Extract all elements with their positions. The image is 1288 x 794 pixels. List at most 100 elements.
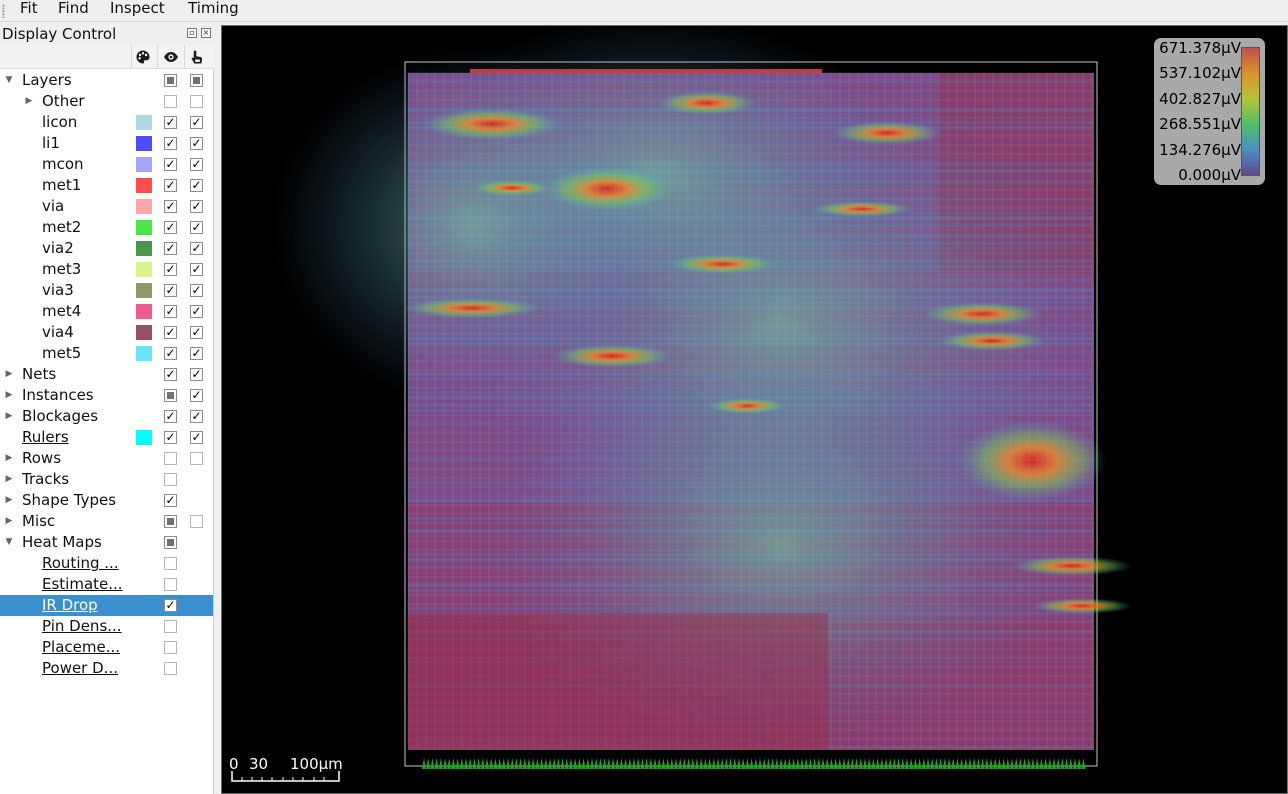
tree-row-layers[interactable]: ▼ Layers [0,70,213,91]
selectable-checkbox[interactable] [190,95,203,108]
visibility-checkbox[interactable]: ✓ [164,263,177,276]
tree-row-instances[interactable]: ▶ Instances ✓ [0,385,213,406]
tree-row-routing[interactable]: Routing ... [0,553,213,574]
layer-color-swatch[interactable] [136,178,152,193]
selectable-checkbox[interactable] [190,452,203,465]
layer-color-swatch[interactable] [136,199,152,214]
layer-color-swatch[interactable] [136,304,152,319]
selectable-checkbox[interactable]: ✓ [190,263,203,276]
tree-row-pin-dens[interactable]: Pin Dens... [0,616,213,637]
ir-drop-heatmap[interactable] [222,26,1288,794]
selectable-checkbox[interactable]: ✓ [190,368,203,381]
visibility-checkbox[interactable] [164,74,177,87]
layer-color-swatch[interactable] [136,115,152,130]
layer-color-swatch[interactable] [136,241,152,256]
expand-arrow-right-icon[interactable]: ▶ [2,364,16,385]
visibility-checkbox[interactable]: ✓ [164,494,177,507]
visibility-checkbox[interactable] [164,536,177,549]
selectable-checkbox[interactable]: ✓ [190,305,203,318]
selectable-checkbox[interactable]: ✓ [190,137,203,150]
tree-row-nets[interactable]: ▶ Nets ✓ ✓ [0,364,213,385]
visibility-checkbox[interactable]: ✓ [164,221,177,234]
tree-row-licon[interactable]: licon ✓ ✓ [0,112,213,133]
tree-row-met3[interactable]: met3 ✓ ✓ [0,259,213,280]
tree-row-via[interactable]: via ✓ ✓ [0,196,213,217]
selectable-checkbox[interactable] [190,74,203,87]
close-panel-icon[interactable]: × [201,28,211,38]
expand-arrow-right-icon[interactable]: ▶ [2,490,16,511]
visibility-checkbox[interactable] [164,662,177,675]
tree-row-met4[interactable]: met4 ✓ ✓ [0,301,213,322]
layer-color-swatch[interactable] [136,283,152,298]
tree-row-label[interactable]: IR Drop [42,595,98,616]
expand-arrow-right-icon[interactable]: ▶ [2,448,16,469]
layout-viewer[interactable]: 671.378µV 537.102µV 402.827µV 268.551µV … [221,25,1288,794]
menu-find[interactable]: Find [58,0,89,22]
expand-arrow-down-icon[interactable]: ▼ [2,532,16,553]
palette-icon[interactable] [135,49,151,65]
pointer-hand-icon[interactable] [189,49,205,65]
menu-inspect[interactable]: Inspect [110,0,165,22]
visibility-checkbox[interactable]: ✓ [164,347,177,360]
visibility-checkbox[interactable]: ✓ [164,137,177,150]
visibility-checkbox[interactable] [164,389,177,402]
menu-timing[interactable]: Timing [188,0,239,22]
expand-arrow-right-icon[interactable]: ▶ [2,406,16,427]
tree-row-label[interactable]: Pin Dens... [42,616,122,637]
selectable-checkbox[interactable] [190,515,203,528]
selectable-checkbox[interactable]: ✓ [190,326,203,339]
tree-row-heat-maps[interactable]: ▼ Heat Maps [0,532,213,553]
visibility-checkbox[interactable]: ✓ [164,116,177,129]
eye-icon[interactable] [163,49,179,65]
layer-color-swatch[interactable] [136,220,152,235]
visibility-checkbox[interactable]: ✓ [164,158,177,171]
tree-row-label[interactable]: Placeme... [42,637,120,658]
visibility-checkbox[interactable]: ✓ [164,326,177,339]
visibility-checkbox[interactable] [164,515,177,528]
tree-row-met1[interactable]: met1 ✓ ✓ [0,175,213,196]
visibility-checkbox[interactable]: ✓ [164,284,177,297]
visibility-checkbox[interactable]: ✓ [164,599,177,612]
expand-arrow-right-icon[interactable]: ▶ [2,385,16,406]
visibility-checkbox[interactable]: ✓ [164,179,177,192]
layer-color-swatch[interactable] [136,262,152,277]
selectable-checkbox[interactable]: ✓ [190,116,203,129]
tree-row-misc[interactable]: ▶ Misc [0,511,213,532]
tree-row-estimate[interactable]: Estimate... [0,574,213,595]
visibility-checkbox[interactable] [164,557,177,570]
tree-row-label[interactable]: Estimate... [42,574,123,595]
layer-color-swatch[interactable] [136,136,152,151]
visibility-checkbox[interactable] [164,452,177,465]
toolbar-grip[interactable] [2,4,5,18]
visibility-checkbox[interactable] [164,95,177,108]
visibility-checkbox[interactable] [164,641,177,654]
tree-row-other[interactable]: ▶ Other [0,91,213,112]
tree-row-label[interactable]: Power D... [42,658,118,679]
expand-arrow-right-icon[interactable]: ▶ [2,469,16,490]
selectable-checkbox[interactable]: ✓ [190,242,203,255]
float-panel-icon[interactable]: ▫ [187,28,197,38]
selectable-checkbox[interactable]: ✓ [190,200,203,213]
visibility-checkbox[interactable]: ✓ [164,305,177,318]
tree-row-rulers[interactable]: Rulers ✓ ✓ [0,427,213,448]
tree-row-placeme[interactable]: Placeme... [0,637,213,658]
tree-row-label[interactable]: Rulers [22,427,69,448]
selectable-checkbox[interactable]: ✓ [190,221,203,234]
visibility-checkbox[interactable]: ✓ [164,368,177,381]
tree-row-met2[interactable]: met2 ✓ ✓ [0,217,213,238]
tree-row-label[interactable]: Routing ... [42,553,119,574]
tree-row-via4[interactable]: via4 ✓ ✓ [0,322,213,343]
tree-row-blockages[interactable]: ▶ Blockages ✓ ✓ [0,406,213,427]
layer-color-swatch[interactable] [136,325,152,340]
selectable-checkbox[interactable]: ✓ [190,389,203,402]
tree-row-via3[interactable]: via3 ✓ ✓ [0,280,213,301]
visibility-checkbox[interactable] [164,473,177,486]
selectable-checkbox[interactable]: ✓ [190,410,203,423]
tree-row-tracks[interactable]: ▶ Tracks [0,469,213,490]
layer-color-swatch[interactable] [136,346,152,361]
expand-arrow-right-icon[interactable]: ▶ [2,511,16,532]
selectable-checkbox[interactable]: ✓ [190,179,203,192]
tree-row-mcon[interactable]: mcon ✓ ✓ [0,154,213,175]
layer-color-swatch[interactable] [136,430,152,445]
tree-row-rows[interactable]: ▶ Rows [0,448,213,469]
